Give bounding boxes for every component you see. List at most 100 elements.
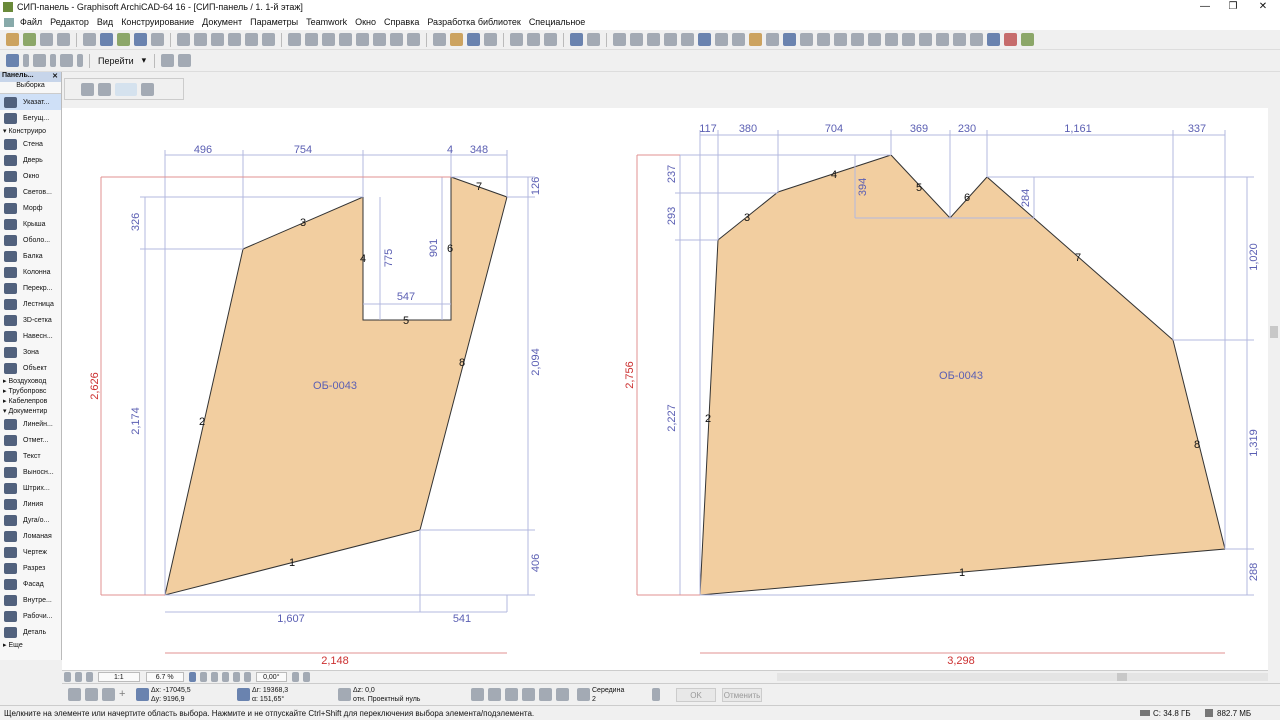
tool-text[interactable]: Текст (0, 448, 61, 464)
menu-file[interactable]: Файл (20, 17, 42, 27)
group-duct[interactable]: ▸ Воздуховод (0, 376, 61, 386)
dim-label[interactable]: 1,161 (1064, 123, 1092, 135)
element-id-label[interactable]: ОБ-0043 (313, 380, 357, 392)
menu-teamwork[interactable]: Teamwork (306, 17, 347, 27)
tool-worksheet[interactable]: Рабочи... (0, 608, 61, 624)
dropdown-icon[interactable] (77, 54, 83, 67)
eraser-icon[interactable] (851, 33, 864, 46)
dim-label[interactable]: 369 (910, 123, 928, 135)
snap-toggle-icon[interactable] (68, 688, 81, 701)
dim-label[interactable]: 117 (699, 123, 717, 135)
fillet-icon[interactable] (936, 33, 949, 46)
guide-icon[interactable] (664, 33, 677, 46)
magic-wand-icon[interactable] (488, 688, 501, 701)
zoom-next-icon[interactable] (302, 672, 310, 682)
pointer-icon[interactable] (141, 82, 154, 96)
scale-field[interactable]: 1:1 (98, 672, 140, 682)
tool-curtain-wall[interactable]: Навесн... (0, 328, 61, 344)
zoom-in-icon[interactable] (199, 672, 207, 682)
paste-icon[interactable] (544, 33, 557, 46)
tool-label[interactable]: Выносн... (0, 464, 61, 480)
tool-section[interactable]: Разрез (0, 560, 61, 576)
tool-window[interactable]: Окно (0, 168, 61, 184)
open-icon[interactable] (450, 33, 463, 46)
navigator-icon[interactable] (1021, 33, 1034, 46)
close-button[interactable]: ✕ (1248, 0, 1278, 14)
tool-dimension[interactable]: Линейн... (0, 416, 61, 432)
reference-value[interactable]: отн. Проектный нуль (353, 696, 420, 703)
section-document[interactable]: ▾ Документир (0, 406, 61, 416)
element-id-label[interactable]: ОБ-0043 (939, 370, 983, 382)
offset-icon[interactable] (953, 33, 966, 46)
tool-arrow[interactable]: Указат... (0, 94, 61, 110)
tool-morph[interactable]: Морф (0, 200, 61, 216)
dim-label[interactable]: 326 (130, 213, 142, 231)
ok-button[interactable]: OK (676, 687, 716, 702)
walk-icon[interactable] (178, 54, 192, 67)
undo-icon[interactable] (570, 33, 583, 46)
arrange-icon[interactable] (211, 33, 224, 46)
zoom-prev-icon[interactable] (291, 672, 299, 682)
align-icon[interactable] (322, 33, 335, 46)
save-icon[interactable] (467, 33, 480, 46)
layers-icon[interactable] (749, 33, 762, 46)
intersect-icon[interactable] (970, 33, 983, 46)
menu-edit[interactable]: Редактор (50, 17, 89, 27)
arrange-icon[interactable] (194, 33, 207, 46)
group-pipe[interactable]: ▸ Трубопровс (0, 386, 61, 396)
dim-label[interactable]: 230 (958, 123, 976, 135)
goto-dropdown[interactable]: Перейти (98, 56, 134, 66)
tool-polyline[interactable]: Ломаная (0, 528, 61, 544)
render-icon[interactable] (1004, 33, 1017, 46)
dim-label[interactable]: 4 (447, 144, 453, 156)
brain-icon[interactable] (161, 54, 175, 67)
grid-icon[interactable] (102, 688, 115, 701)
dropdown-icon[interactable] (50, 54, 56, 67)
tool-roof[interactable]: Крыша (0, 216, 61, 232)
copy-icon[interactable] (57, 33, 70, 46)
tool-skylight[interactable]: Светов... (0, 184, 61, 200)
tool-line[interactable]: Линия (0, 496, 61, 512)
snap-guides-icon[interactable] (556, 688, 569, 701)
plus-icon[interactable]: + (119, 688, 132, 701)
dim-label[interactable]: 380 (739, 123, 757, 135)
new-icon[interactable] (433, 33, 446, 46)
menu-special[interactable]: Специальное (529, 17, 586, 27)
menu-library-dev[interactable]: Разработка библиотек (427, 17, 520, 27)
floor-plan-canvas[interactable]: 496 754 4 348 326 2,174 2,626 775 901 54… (62, 108, 1268, 670)
3d-icon[interactable] (987, 33, 1000, 46)
split-icon[interactable] (885, 33, 898, 46)
cut-icon[interactable] (510, 33, 523, 46)
dim-label[interactable]: 293 (666, 207, 678, 225)
dim-label[interactable]: 496 (194, 144, 212, 156)
copy-icon[interactable] (527, 33, 540, 46)
tool-wall[interactable]: Стена (0, 136, 61, 152)
scroll-thumb[interactable] (1116, 673, 1127, 681)
menu-view[interactable]: Вид (97, 17, 113, 27)
layout-icon[interactable] (60, 54, 73, 67)
zoom-out-icon[interactable] (210, 672, 218, 682)
grid-snap-icon[interactable] (698, 33, 711, 46)
zoom-icon[interactable] (75, 672, 83, 682)
adjust-icon[interactable] (902, 33, 915, 46)
suspend-groups-icon[interactable] (471, 688, 484, 701)
menu-design[interactable]: Конструирование (121, 17, 194, 27)
fit-window-icon[interactable] (232, 672, 240, 682)
brush-icon[interactable] (834, 33, 847, 46)
trim-icon[interactable] (919, 33, 932, 46)
align-icon[interactable] (407, 33, 420, 46)
dim-label[interactable]: 1,607 (277, 613, 305, 625)
knife-icon[interactable] (868, 33, 881, 46)
tool-elevation[interactable]: Фасад (0, 576, 61, 592)
arrange-icon[interactable] (245, 33, 258, 46)
marquee-shape-icon[interactable] (98, 82, 111, 96)
inject-icon[interactable] (647, 33, 660, 46)
overall-dim-label[interactable]: 2,148 (321, 655, 349, 667)
dim-label[interactable]: 237 (666, 165, 678, 183)
horizontal-scrollbar[interactable] (776, 673, 1268, 681)
section-more[interactable]: ▸ Еще (0, 640, 61, 650)
zoom-field[interactable]: 6.7 % (145, 672, 184, 682)
pick-icon[interactable] (630, 33, 643, 46)
dim-label[interactable]: 394 (857, 178, 869, 196)
edit-plane-icon[interactable] (732, 33, 745, 46)
